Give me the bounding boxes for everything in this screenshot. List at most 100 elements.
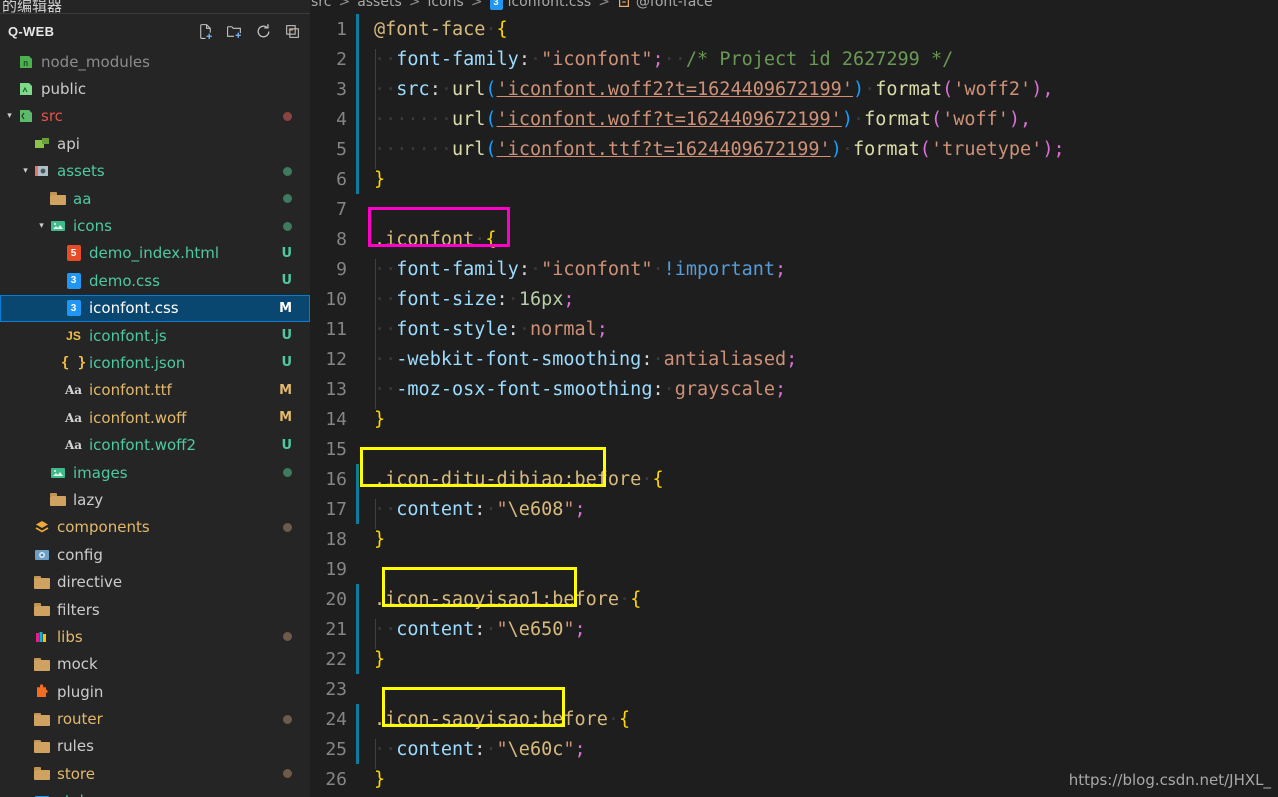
code-line[interactable]: 18} bbox=[310, 524, 1278, 554]
code-line[interactable]: 14} bbox=[310, 404, 1278, 434]
code-line[interactable]: 1 @font-face·{ bbox=[310, 14, 1278, 44]
code-line-text: ·······url('iconfont.ttf?t=1624409672199… bbox=[368, 138, 1278, 169]
components-folder-icon bbox=[35, 521, 48, 533]
tree-item-plugin[interactable]: plugin bbox=[0, 678, 310, 705]
code-line[interactable]: 3 ··src:·url('iconfont.woff2?t=1624409672… bbox=[310, 74, 1278, 109]
tree-item-iconfont-woff[interactable]: Aa iconfont.woff M bbox=[0, 404, 310, 431]
tree-item-iconfont-woff2[interactable]: Aa iconfont.woff2 U bbox=[0, 431, 310, 458]
code-line[interactable]: 21 ··content:·"\e650"; bbox=[310, 614, 1278, 649]
assets-folder-icon bbox=[34, 166, 48, 177]
file-tree[interactable]: n node_modules public ▾ src api ▾ assets aa ▾ ico… bbox=[0, 48, 310, 797]
breadcrumb-item-icons[interactable]: icons bbox=[427, 0, 465, 10]
collapse-all-icon[interactable] bbox=[284, 23, 301, 40]
tree-item-lazy[interactable]: lazy bbox=[0, 486, 310, 513]
folder-status-dot bbox=[283, 714, 292, 724]
code-line[interactable]: 20 .icon-saoyisao1:before·{ bbox=[310, 584, 1278, 614]
tree-item-iconfont-css[interactable]: 3 iconfont.css M bbox=[0, 294, 310, 322]
code-line[interactable]: 5 ·······url('iconfont.ttf?t=162440967219… bbox=[310, 134, 1278, 169]
code-line[interactable]: 13 ··-moz-osx-font-smoothing:·grayscale; bbox=[310, 374, 1278, 409]
tree-item-public[interactable]: public bbox=[0, 75, 310, 102]
code-line[interactable]: 10 ··font-size:·16px; bbox=[310, 284, 1278, 319]
code-line[interactable]: 8 .iconfont·{ bbox=[310, 224, 1278, 254]
code-line[interactable]: 22} bbox=[310, 644, 1278, 674]
code-line[interactable]: 9 ··font-family:·"iconfont"·!important; bbox=[310, 254, 1278, 289]
tree-item-iconfont-json[interactable]: { } iconfont.json U bbox=[0, 349, 310, 376]
code-line[interactable]: 24 .icon-saoyisao:before·{ bbox=[310, 704, 1278, 734]
tree-item-assets[interactable]: ▾ assets bbox=[0, 158, 310, 185]
svg-text:n: n bbox=[23, 59, 28, 69]
chevron-down-icon[interactable]: ▾ bbox=[4, 111, 15, 121]
code-line[interactable]: 16 .icon-ditu-dibiao:before·{ bbox=[310, 464, 1278, 494]
file-type-icon bbox=[32, 573, 51, 592]
tree-item-demo-css[interactable]: 3 demo.css U bbox=[0, 267, 310, 294]
tree-item-demo-index-html[interactable]: 5 demo_index.html U bbox=[0, 240, 310, 267]
file-type-icon bbox=[32, 162, 51, 181]
tree-item-directive[interactable]: directive bbox=[0, 568, 310, 595]
code-line[interactable]: 7 bbox=[310, 194, 1278, 224]
code-line-text: ··font-family:·"iconfont"·!important; bbox=[368, 258, 1278, 289]
code-line[interactable]: 19 bbox=[310, 554, 1278, 584]
tree-item-components[interactable]: components bbox=[0, 514, 310, 541]
tree-item-images[interactable]: images bbox=[0, 459, 310, 486]
tree-item-aa[interactable]: aa bbox=[0, 185, 310, 212]
tree-item-label: api bbox=[57, 134, 80, 153]
git-modified-marker bbox=[356, 704, 368, 734]
tree-item-iconfont-ttf[interactable]: Aa iconfont.ttf M bbox=[0, 377, 310, 404]
line-number: 7 bbox=[336, 198, 347, 220]
tree-item-label: directive bbox=[57, 573, 123, 592]
git-status-badge: U bbox=[281, 328, 292, 344]
folder-icon bbox=[33, 603, 50, 616]
line-number: 23 bbox=[325, 678, 347, 700]
breadcrumb-item-label: iconfont.css bbox=[507, 0, 592, 10]
code-line-text: ··font-size:·16px; bbox=[368, 288, 1278, 319]
tree-item-style[interactable]: style bbox=[0, 788, 310, 797]
code-content[interactable]: 1 @font-face·{2 ··font-family:·"iconfont";… bbox=[310, 14, 1278, 797]
gutter-spacer bbox=[356, 224, 368, 254]
chevron-down-icon[interactable]: ▾ bbox=[36, 221, 47, 231]
plugin-folder-icon bbox=[36, 684, 48, 697]
line-number: 22 bbox=[325, 648, 347, 670]
code-line[interactable]: 12 ··-webkit-font-smoothing:·antialiased; bbox=[310, 344, 1278, 379]
json-file-icon: { } bbox=[60, 354, 87, 371]
code-line[interactable]: 15 bbox=[310, 434, 1278, 464]
code-line[interactable]: 25 ··content:·"\e60c"; bbox=[310, 734, 1278, 769]
code-line[interactable]: 17 ··content:·"\e608"; bbox=[310, 494, 1278, 529]
tree-item-libs[interactable]: libs bbox=[0, 623, 310, 650]
new-folder-icon[interactable] bbox=[226, 23, 243, 40]
tree-item-rules[interactable]: rules bbox=[0, 733, 310, 760]
refresh-icon[interactable] bbox=[255, 23, 272, 40]
breadcrumb-item-iconfont-css[interactable]: 3 iconfont.css bbox=[489, 0, 593, 10]
tree-item-router[interactable]: router bbox=[0, 705, 310, 732]
tree-item-src[interactable]: ▾ src bbox=[0, 103, 310, 130]
code-line-text: ··content:·"\e60c"; bbox=[368, 738, 1278, 769]
code-line-text: ··src:·url('iconfont.woff2?t=16244096721… bbox=[368, 78, 1278, 109]
tree-item-config[interactable]: config bbox=[0, 541, 310, 568]
breadcrumb-item-src[interactable]: src bbox=[310, 0, 332, 10]
explorer-sidebar: Q-WEB n node_modules public ▾ src api ▾ assets … bbox=[0, 0, 310, 797]
chevron-down-icon[interactable]: ▾ bbox=[20, 166, 31, 176]
tree-item-iconfont-js[interactable]: JS iconfont.js U bbox=[0, 322, 310, 349]
code-line[interactable]: 6} bbox=[310, 164, 1278, 194]
tree-item-api[interactable]: api bbox=[0, 130, 310, 157]
tree-item-node-modules[interactable]: n node_modules bbox=[0, 48, 310, 75]
code-line[interactable]: 2 ··font-family:·"iconfont";··/* Project … bbox=[310, 44, 1278, 79]
tree-item-filters[interactable]: filters bbox=[0, 596, 310, 623]
tree-item-icons[interactable]: ▾ icons bbox=[0, 212, 310, 239]
tree-item-mock[interactable]: mock bbox=[0, 651, 310, 678]
breadcrumb[interactable]: src > assets > icons >3 iconfont.css > @font-fac… bbox=[310, 0, 1278, 14]
breadcrumb-item--font-face[interactable]: @font-face bbox=[616, 0, 714, 10]
breadcrumb-item-assets[interactable]: assets bbox=[356, 0, 403, 10]
code-line-text: ·······url('iconfont.woff?t=162440967219… bbox=[368, 108, 1278, 139]
code-line[interactable]: 23 bbox=[310, 674, 1278, 704]
folder-icon bbox=[33, 712, 50, 726]
tree-item-store[interactable]: store bbox=[0, 760, 310, 787]
breadcrumb-item-label: src bbox=[311, 0, 332, 10]
line-number: 5 bbox=[336, 138, 347, 160]
folder-status-dot bbox=[283, 111, 292, 121]
font-file-icon: Aa bbox=[64, 410, 83, 425]
tree-item-label: iconfont.json bbox=[89, 353, 186, 372]
gutter-spacer bbox=[356, 284, 368, 314]
code-line[interactable]: 11 ··font-style:·normal; bbox=[310, 314, 1278, 349]
new-file-icon[interactable] bbox=[197, 23, 214, 40]
code-line[interactable]: 4 ·······url('iconfont.woff?t=16244096721… bbox=[310, 104, 1278, 139]
